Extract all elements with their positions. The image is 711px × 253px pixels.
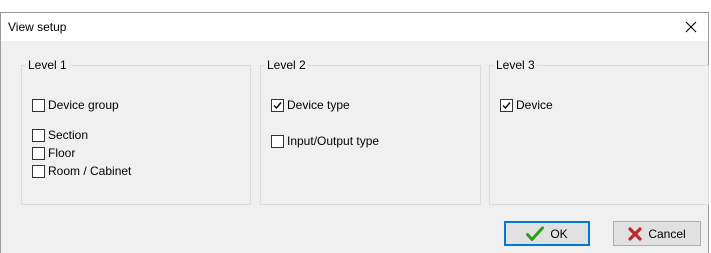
close-icon — [685, 21, 697, 33]
level-1-legend: Level 1 — [26, 58, 69, 72]
checkbox-box[interactable] — [271, 134, 284, 148]
section-checkbox[interactable]: Section — [32, 128, 88, 142]
cancel-label: Cancel — [648, 226, 686, 241]
device-type-checkbox[interactable]: Device type — [271, 98, 350, 112]
checkmark-icon — [526, 226, 545, 242]
checkbox-box[interactable] — [500, 98, 513, 112]
checkbox-box[interactable] — [271, 98, 284, 112]
checkbox-box[interactable] — [32, 98, 45, 112]
checkbox-label: Device type — [287, 98, 350, 112]
device-checkbox[interactable]: Device — [500, 98, 553, 112]
checkbox-label: Input/Output type — [287, 134, 380, 148]
checkmark-icon — [502, 101, 511, 109]
level-3-legend: Level 3 — [494, 58, 537, 72]
checkbox-label: Floor — [48, 146, 76, 160]
checkbox-label: Section — [48, 128, 89, 142]
cross-icon — [628, 226, 642, 241]
floor-checkbox[interactable]: Floor — [32, 146, 75, 160]
room-cabinet-checkbox[interactable]: Room / Cabinet — [32, 164, 131, 178]
checkbox-box[interactable] — [32, 128, 45, 142]
level-1-group: Level 1 Device group Section Floor Room … — [21, 58, 251, 205]
checkmark-icon — [273, 101, 282, 109]
view-setup-dialog: View setup Level 1 Device group Section … — [0, 12, 709, 253]
device-group-checkbox[interactable]: Device group — [32, 98, 119, 112]
checkbox-label: Room / Cabinet — [48, 164, 132, 178]
level-3-group: Level 3 Device — [489, 58, 709, 205]
checkbox-box[interactable] — [32, 164, 45, 178]
ok-button[interactable]: OK — [504, 221, 590, 246]
cancel-button[interactable]: Cancel — [613, 221, 701, 246]
checkbox-box[interactable] — [32, 146, 45, 160]
checkbox-label: Device — [516, 98, 553, 112]
dialog-title: View setup — [8, 20, 67, 34]
level-2-legend: Level 2 — [265, 58, 308, 72]
checkbox-label: Device group — [48, 98, 119, 112]
level-2-group: Level 2 Device type Input/Output type — [260, 58, 481, 205]
ok-label: OK — [550, 226, 568, 241]
title-bar: View setup — [1, 13, 708, 41]
input-output-type-checkbox[interactable]: Input/Output type — [271, 134, 379, 148]
close-button[interactable] — [674, 13, 708, 41]
